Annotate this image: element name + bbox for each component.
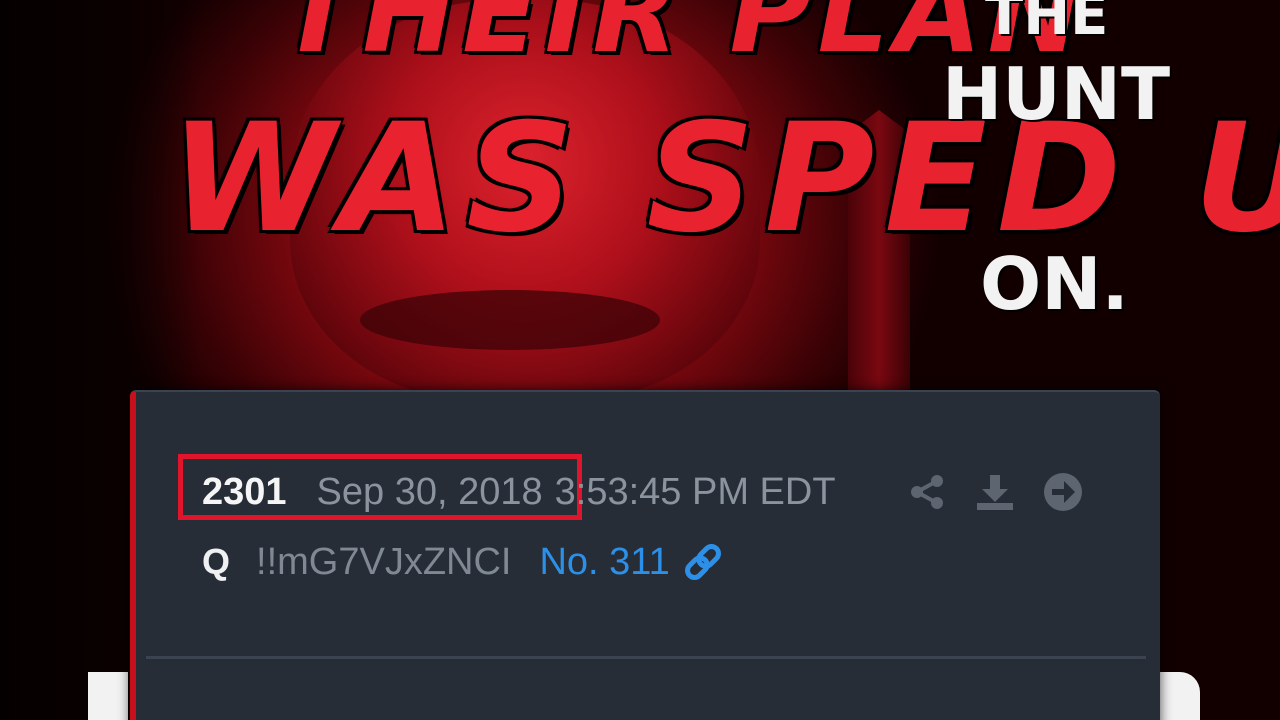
post-number: 2301 [202,470,287,513]
share-icon[interactable] [906,471,948,513]
video-frame: THEIR PLAN WAS SPED UP THE HUNT ON. 2301… [0,0,1280,720]
author-name: Q [202,541,231,582]
post-reference-link[interactable]: No. 311 [539,541,669,584]
bottom-right-letter-fragment [1160,672,1200,720]
background-face-shadow [360,290,660,350]
bottom-left-letter-fragment [88,672,128,720]
arrow-right-circle-icon[interactable] [1042,471,1084,513]
side-text-the: THE [985,0,1109,48]
side-text-hunt: HUNT [942,52,1171,136]
link-icon[interactable] [682,541,724,583]
post-card: 2301 Sep 30, 2018 3:53:45 PM EDT Q !!mG7… [130,390,1160,720]
post-author-row: Q !!mG7VJxZNCI No. 311 [202,540,724,584]
card-divider [146,656,1146,659]
post-header-row: 2301 Sep 30, 2018 3:53:45 PM EDT [202,470,836,514]
side-text-on: ON. [980,242,1129,326]
download-icon[interactable] [974,471,1016,513]
post-date: Sep 30, 2018 [316,470,543,513]
post-actions [906,470,1084,514]
post-time: 3:53:45 PM EDT [554,470,836,513]
author-tripcode: !!mG7VJxZNCI [256,540,512,583]
